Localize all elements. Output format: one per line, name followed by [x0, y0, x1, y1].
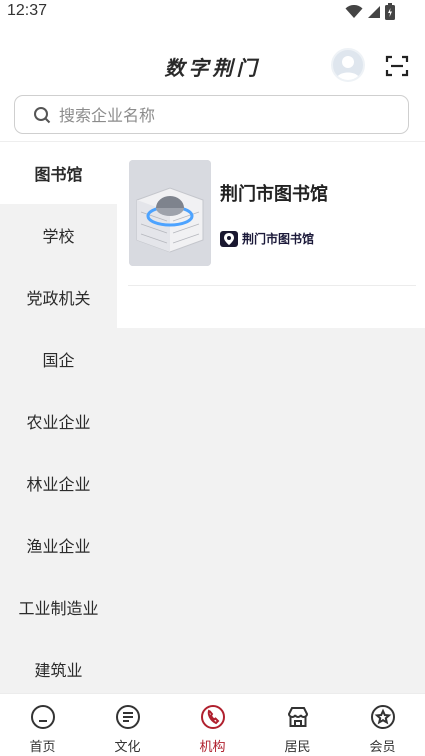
location-tag: 荆门市图书馆: [220, 230, 314, 247]
wifi-icon: [345, 4, 363, 18]
search-input[interactable]: [59, 103, 379, 127]
document-icon: [115, 705, 140, 729]
library-building-image: [129, 160, 211, 266]
nav-label-culture: 文化: [114, 740, 141, 755]
list-item[interactable]: 荆门市图书馆 荆门市图书馆: [128, 158, 416, 286]
nav-item-culture[interactable]: 文化: [85, 694, 170, 756]
nav-item-residents[interactable]: 居民: [255, 694, 340, 756]
card-title: 荆门市图书馆: [220, 184, 328, 205]
sidebar-item-fishery[interactable]: 渔业企业: [0, 514, 117, 576]
user-icon: [336, 56, 360, 80]
nav-label-institution: 机构: [199, 740, 226, 755]
nav-item-home[interactable]: 首页: [0, 694, 85, 756]
scan-icon: [385, 55, 409, 77]
sidebar-item-manufacturing[interactable]: 工业制造业: [0, 576, 117, 638]
status-bar: 12:37: [0, 0, 425, 26]
location-tag-label: 荆门市图书馆: [242, 232, 315, 246]
app-header: 数字荆门: [0, 38, 425, 94]
sidebar-item-state-enterprise[interactable]: 国企: [0, 328, 117, 390]
sidebar-item-government[interactable]: 党政机关: [0, 266, 117, 328]
status-time: 12:37: [7, 2, 48, 19]
sidebar-item-library[interactable]: 图书馆: [0, 142, 117, 204]
battery-icon: [385, 3, 395, 20]
nav-item-institution[interactable]: 机构: [170, 694, 255, 756]
nav-label-residents: 居民: [284, 740, 311, 755]
nav-label-member: 会员: [369, 740, 396, 755]
store-icon: [287, 707, 308, 727]
sidebar-item-construction[interactable]: 建筑业: [0, 638, 117, 693]
content-list: 荆门市图书馆 荆门市图书馆: [117, 142, 425, 328]
category-sidebar: 图书馆 学校 党政机关 国企 农业企业 林业企业 渔业企业 工业制造业 建筑业: [0, 142, 117, 693]
nav-item-member[interactable]: 会员: [340, 694, 425, 756]
bottom-nav: 首页 文化 机构 居民 会员: [0, 693, 425, 756]
sidebar-item-school[interactable]: 学校: [0, 204, 117, 266]
scan-button[interactable]: [385, 54, 409, 78]
phone-icon: [200, 705, 225, 729]
cellular-signal-icon: [368, 5, 380, 18]
sidebar-item-agriculture[interactable]: 农业企业: [0, 390, 117, 452]
home-icon: [30, 705, 55, 729]
sidebar-item-forestry[interactable]: 林业企业: [0, 452, 117, 514]
status-icons: [345, 3, 395, 20]
nav-label-home: 首页: [29, 740, 56, 755]
content-area: 荆门市图书馆 荆门市图书馆: [117, 142, 425, 693]
search-icon: [34, 107, 51, 124]
location-pin-icon: [220, 230, 238, 247]
search-box[interactable]: [14, 95, 409, 134]
avatar[interactable]: [331, 48, 365, 82]
star-badge-icon: [370, 705, 395, 729]
